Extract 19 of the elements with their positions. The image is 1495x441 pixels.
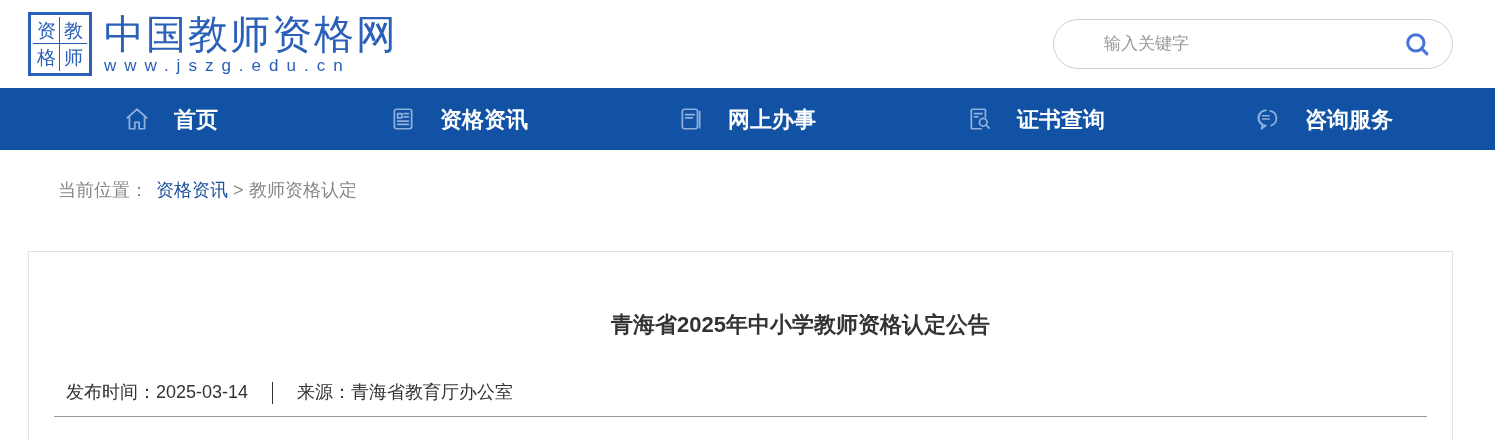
nav-link[interactable]: 咨询服务 (1179, 88, 1468, 150)
site-name: 中国教师资格网 (104, 12, 398, 56)
nav-link[interactable]: 首页 (27, 88, 316, 150)
logo-character: 教 (60, 17, 87, 44)
search-icon[interactable] (1403, 30, 1431, 58)
article-source: 来源：青海省教育厅办公室 (297, 381, 514, 404)
breadcrumb-link[interactable]: 资格资讯 (156, 177, 228, 204)
nav-link[interactable]: 证书查询 (891, 88, 1180, 150)
logo-character: 资 (33, 17, 60, 44)
logo-character: 格 (33, 44, 60, 71)
site-url: www.jszg.edu.cn (104, 56, 352, 76)
breadcrumb-label: 当前位置： (58, 179, 148, 202)
logo-character: 师 (63, 45, 84, 70)
publish-date: 发布时间：2025-03-14 (66, 381, 249, 404)
article-title: 青海省2025年中小学教师资格认定公告 (610, 311, 991, 339)
nav-link[interactable]: 网上办事 (603, 88, 892, 150)
breadcrumb-current: > 教师资格认定 (232, 179, 357, 202)
search-field[interactable]: 输入关键字 (1053, 19, 1453, 69)
nav-link[interactable]: 资格资讯 (315, 88, 604, 150)
